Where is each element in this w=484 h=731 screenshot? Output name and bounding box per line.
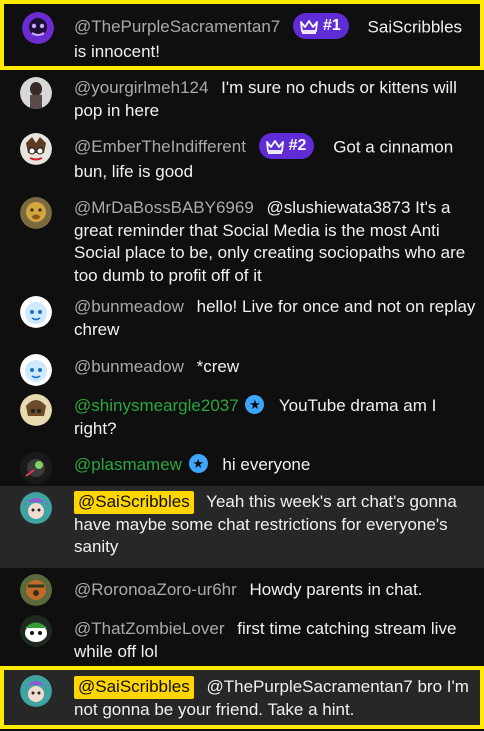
chat-message: @ThePurpleSacramentan7 #1 SaiScribbles i…	[0, 0, 484, 70]
author-name[interactable]: @shinysmeargle2037	[74, 396, 239, 415]
crown-icon	[300, 20, 318, 34]
avatar[interactable]	[20, 675, 52, 707]
avatar[interactable]	[20, 615, 52, 647]
avatar[interactable]	[20, 77, 52, 109]
avatar[interactable]	[22, 12, 54, 44]
author-name[interactable]: @plasmamew	[74, 455, 182, 474]
chat-message: @EmberTheIndifferent #2 Got a cinnamon b…	[0, 130, 484, 190]
author-name[interactable]: @ThatZombieLover	[74, 619, 225, 638]
author-name[interactable]: @MrDaBossBABY6969	[74, 198, 254, 217]
chat-message: @plasmamew ★ hi everyone	[0, 448, 484, 486]
avatar[interactable]	[20, 452, 52, 484]
crown-icon	[265, 140, 284, 154]
avatar[interactable]	[20, 133, 52, 165]
moderator-rank-badge: #2	[258, 133, 315, 159]
message-text: hi everyone	[222, 455, 311, 474]
member-star-icon: ★	[245, 395, 265, 415]
author-name[interactable]: @ThePurpleSacramentan7	[74, 17, 280, 36]
chat-message: @ThatZombieLover first time catching str…	[0, 608, 484, 666]
chat-message: @yourgirlmeh124 I'm sure no chuds or kit…	[0, 70, 484, 130]
avatar[interactable]	[20, 197, 52, 229]
chat-message: @shinysmeargle2037 ★ YouTube drama am I …	[0, 388, 484, 448]
author-name[interactable]: @bunmeadow	[74, 297, 184, 316]
chat-message: @RoronoaZoro-ur6hr Howdy parents in chat…	[0, 568, 484, 608]
avatar[interactable]	[20, 354, 52, 386]
author-name[interactable]: @bunmeadow	[74, 357, 184, 376]
owner-name-chip[interactable]: @SaiScribbles	[74, 676, 194, 699]
owner-name-chip[interactable]: @SaiScribbles	[74, 491, 194, 514]
chat-message: @MrDaBossBABY6969 @slushiewata3873 It's …	[0, 190, 484, 290]
avatar[interactable]	[20, 574, 52, 606]
moderator-rank-badge: #1	[293, 13, 349, 39]
message-text: Howdy parents in chat.	[249, 580, 423, 599]
avatar[interactable]	[20, 492, 52, 524]
avatar[interactable]	[20, 296, 52, 328]
chat-message: @SaiScribbles Yeah this week's art chat'…	[0, 486, 484, 568]
message-text: *crew	[196, 357, 240, 376]
author-name[interactable]: @RoronoaZoro-ur6hr	[74, 580, 237, 599]
author-name[interactable]: @EmberTheIndifferent	[74, 137, 246, 156]
member-star-icon: ★	[188, 454, 208, 474]
chat-message: @SaiScribbles @ThePurpleSacramentan7 bro…	[0, 666, 484, 729]
badge-rank: #1	[323, 16, 341, 34]
badge-rank: #2	[288, 136, 307, 154]
chat-message: @bunmeadow hello! Live for once and not …	[0, 290, 484, 350]
avatar[interactable]	[20, 394, 52, 426]
author-name[interactable]: @yourgirlmeh124	[74, 78, 208, 97]
chat-message: @bunmeadow *crew	[0, 350, 484, 388]
